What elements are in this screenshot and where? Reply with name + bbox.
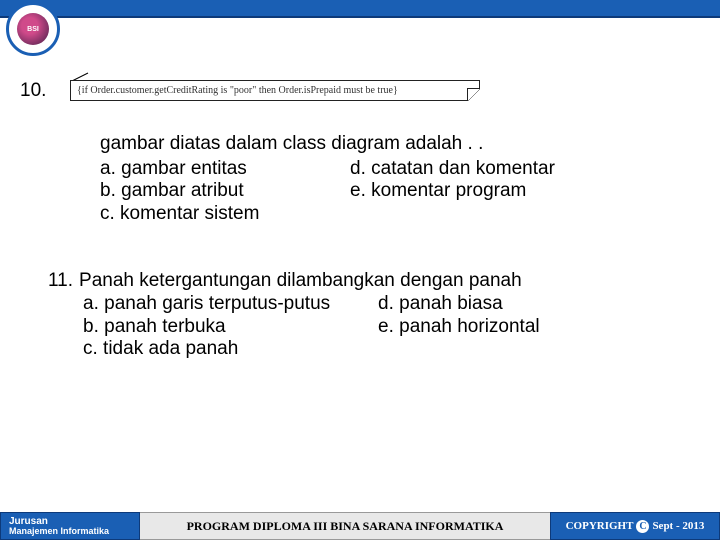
question-10-options: a. gambar entitas d. catatan dan komenta…	[100, 158, 700, 226]
footer-program: PROGRAM DIPLOMA III BINA SARANA INFORMAT…	[140, 512, 550, 540]
question-11-stem: Panah ketergantungan dilambangkan dengan…	[79, 270, 522, 293]
option-10e: e. komentar program	[350, 180, 700, 203]
option-10b: b. gambar atribut	[100, 180, 340, 203]
question-10-stem: gambar diatas dalam class diagram adalah…	[100, 133, 700, 156]
copyright-date: Sept - 2013	[652, 520, 704, 532]
option-10d: d. catatan dan komentar	[350, 158, 700, 181]
option-11a: a. panah garis terputus-putus	[83, 293, 378, 316]
institution-logo: BSI	[6, 2, 60, 56]
footer-dept-name: Manajemen Informatika	[9, 527, 131, 537]
top-border-bar	[0, 0, 720, 18]
question-11: 11. Panah ketergantungan dilambangkan de…	[48, 270, 700, 361]
copyright-word: COPYRIGHT	[566, 520, 634, 532]
option-10a: a. gambar entitas	[100, 158, 340, 181]
slide-footer: Jurusan Manajemen Informatika PROGRAM DI…	[0, 512, 720, 540]
option-11e: e. panah horizontal	[378, 316, 700, 339]
footer-copyright: COPYRIGHT C Sept - 2013	[550, 512, 720, 540]
question-11-header: 11. Panah ketergantungan dilambangkan de…	[48, 270, 700, 293]
copyright-symbol-icon: C	[636, 520, 649, 533]
uml-note-box: {if Order.customer.getCreditRating is "p…	[70, 80, 480, 101]
option-11-blank	[378, 338, 700, 361]
slide-content: 10. {if Order.customer.getCreditRating i…	[20, 80, 700, 361]
question-11-options: a. panah garis terputus-putus d. panah b…	[83, 293, 700, 361]
question-10-header: 10. {if Order.customer.getCreditRating i…	[20, 80, 700, 103]
option-11d: d. panah biasa	[378, 293, 700, 316]
option-10-blank	[350, 203, 700, 226]
footer-department: Jurusan Manajemen Informatika	[0, 512, 140, 540]
option-11b: b. panah terbuka	[83, 316, 378, 339]
question-10-body: gambar diatas dalam class diagram adalah…	[100, 133, 700, 226]
option-11c: c. tidak ada panah	[83, 338, 378, 361]
question-11-number: 11.	[48, 270, 73, 293]
footer-jurusan: Jurusan	[9, 516, 131, 527]
question-10-number: 10.	[20, 80, 48, 103]
logo-inner: BSI	[17, 13, 49, 45]
option-10c: c. komentar sistem	[100, 203, 340, 226]
